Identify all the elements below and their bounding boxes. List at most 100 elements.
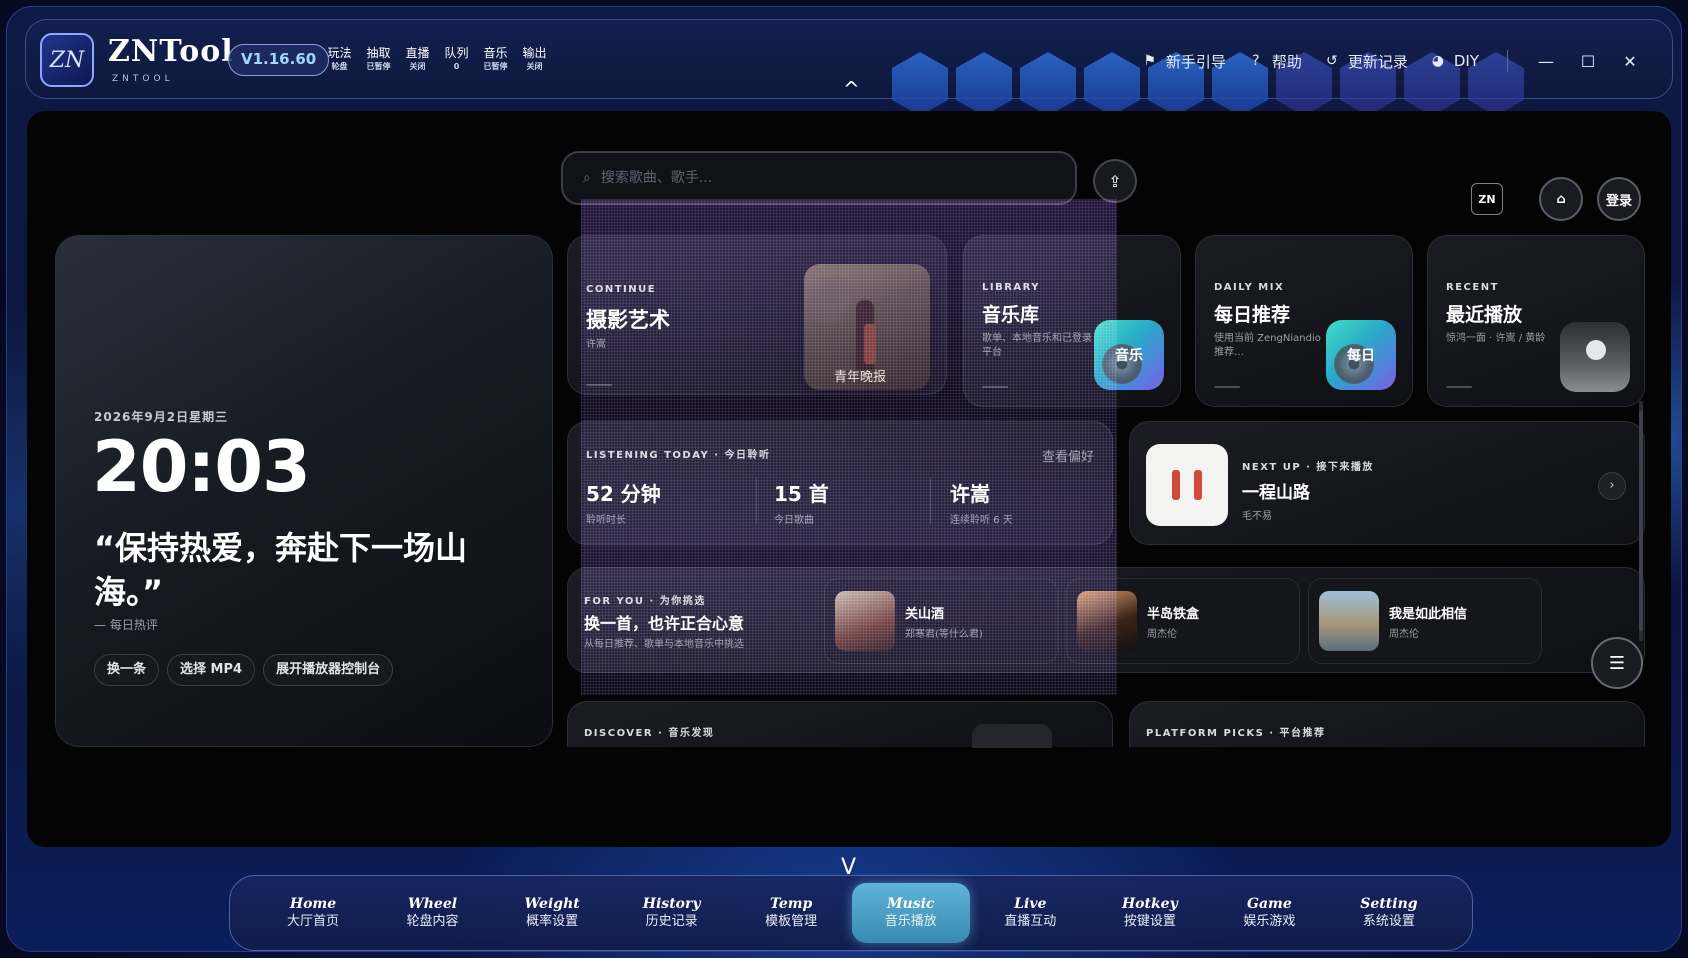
status-queue[interactable]: 队列 0: [443, 46, 470, 72]
status-label: 输出: [522, 46, 547, 60]
history-icon: ↺: [1325, 53, 1338, 69]
nav-hotkey[interactable]: Hotkey 按键设置: [1091, 883, 1209, 943]
status-label: 音乐: [483, 46, 508, 60]
status-mode[interactable]: 玩法 轮盘: [326, 46, 353, 72]
guide-label: 新手引导: [1165, 52, 1226, 71]
main-panel: ⌕ ⇪ ZN ⌂ 登录 2026年9月2日星期三 20:03 “保持热爱，奔赴下…: [27, 111, 1671, 847]
cover-person: [1172, 470, 1180, 500]
status-music[interactable]: 音乐 已暂停: [482, 46, 509, 72]
nav-home[interactable]: Home 大厅首页: [254, 883, 372, 943]
expand-player-button[interactable]: 展开播放器控制台: [263, 654, 394, 686]
nav-en-label: Temp: [770, 896, 813, 912]
nav-en-label: Setting: [1360, 896, 1418, 912]
settings-sliders-button[interactable]: ☰: [1591, 637, 1643, 689]
palette-icon: ◕: [1431, 53, 1444, 69]
diy-button[interactable]: ◕ DIY: [1430, 52, 1479, 70]
song-title: 半岛铁盒: [1147, 607, 1200, 622]
nav-temp[interactable]: Temp 模板管理: [732, 883, 850, 943]
divider: [1507, 50, 1508, 72]
diy-label: DIY: [1453, 52, 1479, 70]
collapse-up-icon[interactable]: ^: [843, 77, 860, 101]
upload-icon: ⇪: [1108, 171, 1122, 191]
recent-title: 最近播放: [1446, 304, 1523, 326]
version-badge[interactable]: V1.16.60: [228, 44, 330, 76]
nav-history[interactable]: History 历史记录: [613, 883, 731, 943]
platform-picks-card[interactable]: PLATFORM PICKS · 平台推荐: [1129, 701, 1645, 747]
view-preferences-link[interactable]: 查看偏好: [1042, 446, 1094, 465]
guide-icon: ⚑: [1143, 53, 1157, 69]
library-card[interactable]: LIBRARY 音乐库 歌单、本地音乐和已登录平台 音乐: [963, 235, 1181, 407]
hex-tile: [956, 52, 1012, 116]
nav-music[interactable]: Music 音乐播放: [851, 883, 970, 943]
hex-tile: [1084, 52, 1140, 116]
app-logo-text: ZN: [49, 47, 85, 73]
app-subtitle: ZNTOOL: [112, 74, 174, 84]
hex-tile: [892, 52, 948, 116]
nav-weight[interactable]: Weight 概率设置: [493, 883, 611, 943]
status-group: 玩法 轮盘 抽取 已暂停 直播 关闭 队列 0 音乐 已暂停 输出 关闭: [326, 46, 548, 72]
daily-cover-label: 每日: [1347, 348, 1375, 364]
nav-zh-label: 模板管理: [765, 914, 818, 929]
close-button[interactable]: ✕: [1620, 52, 1640, 71]
song-tile[interactable]: 我是如此相信 周杰伦: [1308, 578, 1542, 664]
hex-tile: [1020, 52, 1076, 116]
nav-live[interactable]: Live 直播互动: [971, 883, 1089, 943]
platform-kicker: PLATFORM PICKS · 平台推荐: [1146, 728, 1326, 739]
nav-en-label: Live: [1014, 896, 1047, 912]
status-live[interactable]: 直播 关闭: [404, 46, 431, 72]
zn-badge[interactable]: ZN: [1471, 183, 1503, 215]
daily-title: 每日推荐: [1214, 304, 1291, 326]
nav-setting[interactable]: Setting 系统设置: [1330, 883, 1448, 943]
home-icon: ⌂: [1556, 191, 1566, 207]
daily-mix-card[interactable]: DAILY MIX 每日推荐 使用当前 ZengNiandio 推荐… 每日: [1195, 235, 1413, 407]
continue-title: 摄影艺术: [586, 308, 670, 332]
status-label: 玩法: [327, 46, 352, 60]
search-bar: ⌕: [561, 151, 1077, 205]
nav-game[interactable]: Game 娱乐游戏: [1210, 883, 1328, 943]
recent-kicker: RECENT: [1446, 282, 1499, 293]
app-window: ZN ZNTool ZNTOOL V1.16.60 玩法 轮盘 抽取 已暂停 直…: [6, 6, 1682, 952]
next-up-card[interactable]: NEXT UP · 接下来播放 一程山路 毛不易 ›: [1129, 421, 1645, 545]
help-icon: ?: [1252, 53, 1260, 69]
stat-value: 许嵩: [950, 482, 990, 506]
help-button[interactable]: ? 帮助: [1248, 51, 1302, 72]
continue-card[interactable]: CONTINUE 摄影艺术 许嵩 青年晚报: [567, 235, 947, 395]
nav-en-label: Wheel: [408, 896, 458, 912]
nav-en-label: Music: [887, 896, 935, 912]
for-you-desc: 从每日推荐、歌单与本地音乐中挑选: [584, 639, 744, 650]
daily-desc: 使用当前 ZengNiandio 推荐…: [1214, 333, 1321, 358]
clock-date: 2026年9月2日星期三: [94, 410, 229, 424]
home-button[interactable]: ⌂: [1539, 177, 1583, 221]
changelog-button[interactable]: ↺ 更新记录: [1324, 51, 1408, 72]
song-tile[interactable]: 关山酒 郑寒君(等什么君): [824, 578, 1058, 664]
change-quote-button[interactable]: 换一条: [94, 654, 160, 686]
for-you-title: 换一首，也许正合心意: [584, 614, 745, 633]
maximize-button[interactable]: ☐: [1578, 52, 1598, 71]
stat-value: 52 分钟: [586, 482, 661, 506]
select-mp4-button[interactable]: 选择 MP4: [167, 654, 256, 686]
next-up-artist: 毛不易: [1242, 511, 1272, 522]
status-output[interactable]: 输出 关闭: [521, 46, 548, 72]
scrollbar[interactable]: [1639, 401, 1643, 641]
search-input[interactable]: [600, 170, 1041, 186]
login-button[interactable]: 登录: [1597, 177, 1641, 221]
song-tile[interactable]: 半岛铁盒 周杰伦: [1066, 578, 1300, 664]
stat-duration: 52 分钟 聆听时长: [586, 478, 661, 526]
scroll-thumb[interactable]: [1639, 411, 1643, 631]
status-draw[interactable]: 抽取 已暂停: [365, 46, 392, 72]
song-title: 关山酒: [905, 607, 945, 622]
song-artist: 周杰伦: [1389, 629, 1419, 640]
nav-wheel[interactable]: Wheel 轮盘内容: [374, 883, 492, 943]
nav-zh-label: 音乐播放: [884, 914, 937, 929]
chevron-right-icon[interactable]: ›: [1598, 472, 1626, 500]
next-up-title: 一程山路: [1242, 483, 1310, 503]
album-cover[interactable]: 青年晚报: [804, 264, 930, 390]
daily-kicker: DAILY MIX: [1214, 282, 1285, 293]
recent-cover: [1560, 322, 1630, 392]
minimize-button[interactable]: —: [1536, 52, 1556, 71]
upload-button[interactable]: ⇪: [1093, 159, 1137, 203]
discover-card[interactable]: DISCOVER · 音乐发现: [567, 701, 1113, 748]
recent-card[interactable]: RECENT 最近播放 惊鸿一面 · 许嵩 / 黄龄: [1427, 235, 1645, 407]
guide-button[interactable]: ⚑ 新手引导: [1142, 51, 1226, 72]
cover-tree: [810, 270, 854, 330]
